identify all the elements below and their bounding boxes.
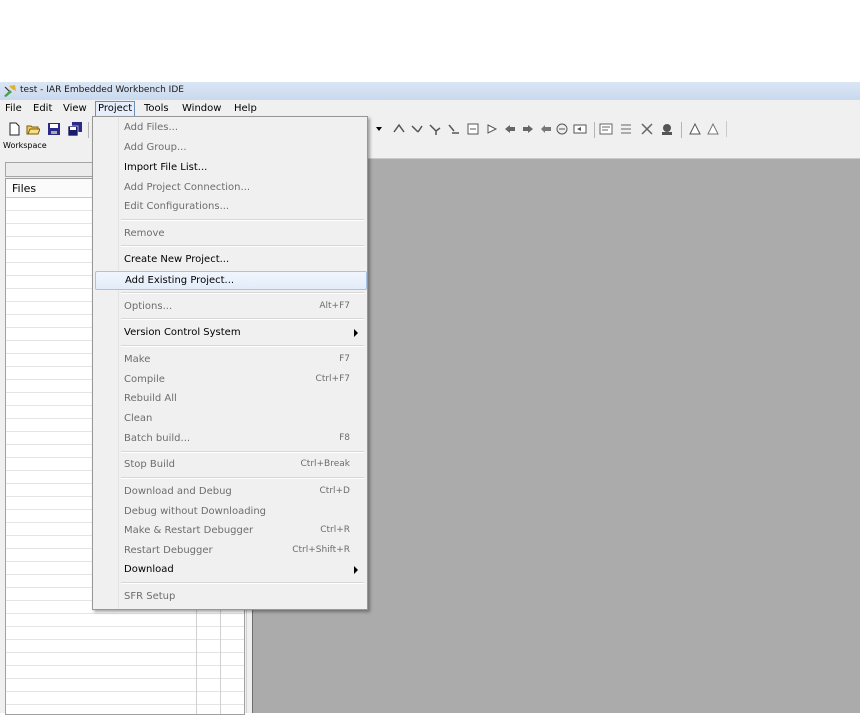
- menu-separator: [121, 345, 364, 347]
- debug-icon[interactable]: [640, 122, 654, 136]
- menu-separator: [121, 451, 364, 453]
- toggle-breakpoint-icon[interactable]: [392, 122, 406, 136]
- menu-item-remove[interactable]: Remove: [95, 225, 365, 243]
- menu-item-create-new-project[interactable]: Create New Project...: [95, 251, 365, 269]
- toolbar-empty-area: [726, 121, 860, 137]
- goto-icon[interactable]: [555, 122, 569, 136]
- menu-item-add-files[interactable]: Add Files...: [95, 119, 365, 137]
- menu-item-stop-build[interactable]: Stop Build Ctrl+Break: [95, 456, 365, 474]
- menu-item-download-and-debug[interactable]: Download and Debug Ctrl+D: [95, 483, 365, 501]
- toolbar-separator: [681, 122, 682, 138]
- menu-item-add-group[interactable]: Add Group...: [95, 139, 365, 157]
- menu-separator: [121, 292, 364, 294]
- menu-separator: [121, 477, 364, 479]
- menu-item-sfr-setup[interactable]: SFR Setup: [95, 588, 365, 606]
- toolbar-separator: [88, 122, 89, 138]
- menu-edit[interactable]: Edit: [31, 102, 54, 116]
- iar-app-icon: [4, 85, 16, 97]
- menu-item-batch-build[interactable]: Batch build... F8: [95, 430, 365, 448]
- step-over-icon[interactable]: [410, 122, 424, 136]
- menu-item-download[interactable]: Download: [95, 561, 365, 579]
- menu-project[interactable]: Project: [95, 101, 136, 117]
- menu-view[interactable]: View: [61, 102, 89, 116]
- menu-window[interactable]: Window: [180, 102, 223, 116]
- project-menu: Add Files... Add Group... Import File Li…: [92, 116, 368, 610]
- debug-attach-icon[interactable]: [706, 122, 720, 136]
- menu-item-clean[interactable]: Clean: [95, 410, 365, 428]
- open-icon[interactable]: [26, 122, 40, 136]
- menu-separator: [121, 219, 364, 221]
- menu-separator: [121, 582, 364, 584]
- workspace-config-combo[interactable]: [5, 162, 94, 177]
- submenu-arrow-icon: [354, 329, 358, 337]
- menu-item-make-restart-debugger[interactable]: Make & Restart Debugger Ctrl+R: [95, 522, 365, 540]
- make-icon[interactable]: [599, 122, 613, 136]
- download-debug-icon[interactable]: [660, 122, 674, 136]
- menu-item-add-project-connection[interactable]: Add Project Connection...: [95, 179, 365, 197]
- window-title: test - IAR Embedded Workbench IDE: [20, 85, 184, 95]
- menu-item-import-file-list[interactable]: Import File List...: [95, 159, 365, 177]
- title-bar: test - IAR Embedded Workbench IDE: [0, 82, 860, 100]
- debug-no-download-icon[interactable]: [688, 122, 702, 136]
- back-icon[interactable]: [503, 122, 517, 136]
- menu-item-debug-without-downloading[interactable]: Debug without Downloading: [95, 503, 365, 521]
- menu-tools[interactable]: Tools: [142, 102, 171, 116]
- files-header-label[interactable]: Files: [12, 182, 36, 195]
- save-all-icon[interactable]: [68, 122, 82, 136]
- menu-separator: [121, 318, 364, 320]
- bookmark-icon[interactable]: [539, 122, 553, 136]
- step-out-icon[interactable]: [447, 122, 461, 136]
- forward-icon[interactable]: [521, 122, 535, 136]
- new-file-icon[interactable]: [7, 122, 21, 136]
- save-icon[interactable]: [47, 122, 61, 136]
- menu-item-edit-configurations[interactable]: Edit Configurations...: [95, 198, 365, 216]
- menu-item-make[interactable]: Make F7: [95, 351, 365, 369]
- menu-item-rebuild-all[interactable]: Rebuild All: [95, 390, 365, 408]
- next-statement-icon[interactable]: [485, 122, 499, 136]
- menu-item-add-existing-project[interactable]: Add Existing Project...: [95, 271, 367, 290]
- toolbar-separator: [594, 122, 595, 138]
- chevron-down-icon[interactable]: [373, 123, 385, 135]
- menu-item-compile[interactable]: Compile Ctrl+F7: [95, 371, 365, 389]
- stop-build-icon[interactable]: [619, 122, 633, 136]
- submenu-arrow-icon: [354, 566, 358, 574]
- compile-icon[interactable]: [573, 122, 587, 136]
- menu-help[interactable]: Help: [232, 102, 259, 116]
- step-into-icon[interactable]: [428, 122, 442, 136]
- run-to-cursor-icon[interactable]: [466, 122, 480, 136]
- menu-item-version-control-system[interactable]: Version Control System: [95, 324, 365, 342]
- menu-separator: [121, 245, 364, 247]
- menu-file[interactable]: File: [3, 102, 24, 116]
- menu-item-restart-debugger[interactable]: Restart Debugger Ctrl+Shift+R: [95, 542, 365, 560]
- menu-item-options[interactable]: Options... Alt+F7: [95, 298, 365, 316]
